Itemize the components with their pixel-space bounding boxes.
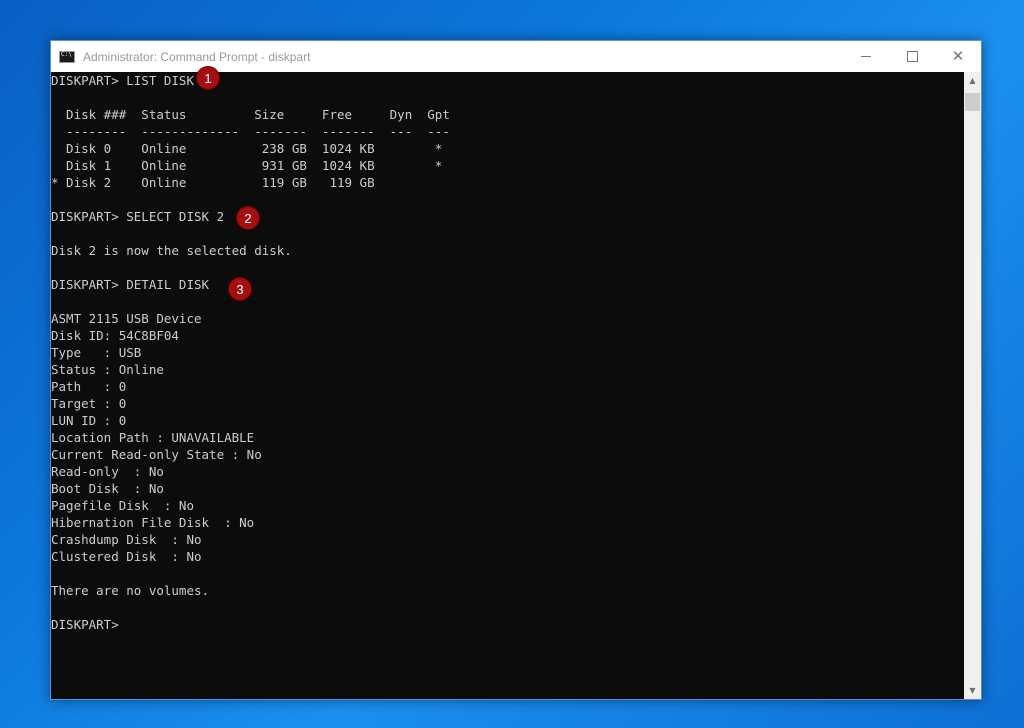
close-icon: ✕ (951, 47, 965, 65)
command-prompt-icon[interactable] (59, 50, 75, 63)
console-line: DISKPART> DETAIL DISK (51, 277, 210, 292)
console-line: * Disk 2 Online 119 GB 119 GB (51, 175, 375, 190)
maximize-icon (906, 51, 918, 62)
console-line: DISKPART> LIST DISK (51, 73, 194, 88)
console-line: Clustered Disk : No (51, 549, 202, 564)
step-badge-1: 1 (196, 66, 220, 90)
console-line: DISKPART> (51, 617, 127, 632)
console-line: Pagefile Disk : No (51, 498, 194, 513)
title-bar[interactable]: Administrator: Command Prompt - diskpart… (51, 41, 981, 72)
step-badge-2: 2 (236, 206, 260, 230)
console-line: Type : USB (51, 345, 142, 360)
scroll-up-arrow-icon[interactable]: ▲ (964, 72, 981, 89)
step-badge-3: 3 (228, 277, 252, 301)
console-line: Disk ### Status Size Free Dyn Gpt (51, 107, 450, 122)
console-line: LUN ID : 0 (51, 413, 127, 428)
console-lines: DISKPART> LIST DISK Disk ### Status Size… (51, 72, 965, 633)
console-line: Target : 0 (51, 396, 127, 411)
close-button[interactable]: ✕ (935, 41, 981, 72)
command-prompt-window: Administrator: Command Prompt - diskpart… (50, 40, 982, 700)
console-line: Status : Online (51, 362, 164, 377)
scrollbar-thumb[interactable] (965, 93, 980, 111)
console-line: Disk 1 Online 931 GB 1024 KB * (51, 158, 443, 173)
console-line: Disk ID: 54C8BF04 (51, 328, 179, 343)
console-line: -------- ------------- ------- ------- -… (51, 124, 450, 139)
console-line: ASMT 2115 USB Device (51, 311, 202, 326)
scroll-down-arrow-icon[interactable]: ▼ (964, 682, 981, 699)
console-line: Path : 0 (51, 379, 127, 394)
minimize-button[interactable] (843, 41, 889, 72)
console-line: Location Path : UNAVAILABLE (51, 430, 255, 445)
minimize-icon (861, 56, 871, 57)
console-line: Current Read-only State : No (51, 447, 262, 462)
console-line: DISKPART> SELECT DISK 2 (51, 209, 225, 224)
console-line: Crashdump Disk : No (51, 532, 202, 547)
console-output[interactable]: DISKPART> LIST DISK Disk ### Status Size… (51, 72, 965, 699)
window-controls: ✕ (843, 41, 981, 72)
vertical-scrollbar[interactable]: ▲ ▼ (964, 72, 981, 699)
console-line: Disk 0 Online 238 GB 1024 KB * (51, 141, 443, 156)
window-title: Administrator: Command Prompt - diskpart (83, 49, 311, 64)
console-line: Hibernation File Disk : No (51, 515, 255, 530)
console-line: Boot Disk : No (51, 481, 164, 496)
maximize-button[interactable] (889, 41, 935, 72)
console-line: Disk 2 is now the selected disk. (51, 243, 292, 258)
console-line: There are no volumes. (51, 583, 210, 598)
console-line: Read-only : No (51, 464, 164, 479)
